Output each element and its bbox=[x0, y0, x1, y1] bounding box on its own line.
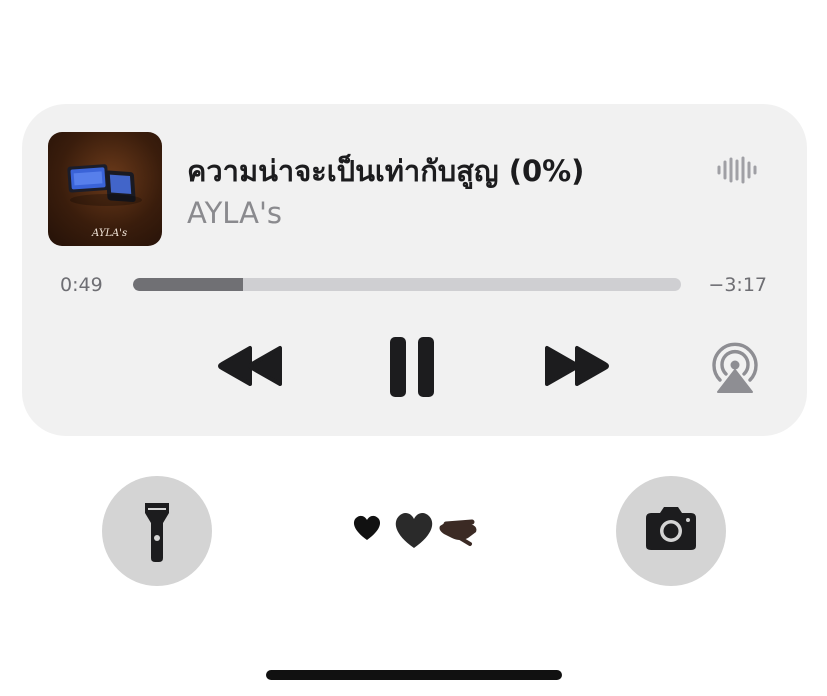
remaining-time: −3:17 bbox=[708, 274, 767, 296]
airplay-button[interactable] bbox=[708, 340, 762, 394]
rewind-button[interactable] bbox=[217, 344, 285, 388]
artwork-logo-text: AYLA's bbox=[91, 228, 127, 239]
playback-progress-fill bbox=[133, 278, 243, 291]
playback-scrubber[interactable] bbox=[133, 278, 681, 291]
flashlight-button[interactable] bbox=[102, 476, 212, 586]
camera-icon bbox=[646, 507, 696, 550]
elapsed-time: 0:49 bbox=[60, 274, 103, 296]
airplay-audio-icon bbox=[712, 342, 758, 393]
fast-forward-button[interactable] bbox=[542, 344, 610, 388]
fast-forward-icon bbox=[545, 346, 609, 386]
flashlight-icon bbox=[145, 503, 169, 562]
now-playing-card[interactable]: AYLA's ความน่าจะเป็นเท่ากับสูญ (0%) AYLA… bbox=[22, 104, 807, 436]
emoji-group bbox=[348, 508, 488, 552]
album-artwork-image: AYLA's bbox=[67, 164, 142, 239]
rewind-icon bbox=[218, 346, 282, 386]
pinching-hand-icon bbox=[439, 519, 477, 546]
track-artist: AYLA's bbox=[187, 196, 283, 230]
pause-icon bbox=[390, 337, 434, 397]
audio-waveform-icon bbox=[717, 156, 757, 184]
album-artwork[interactable]: AYLA's bbox=[48, 132, 162, 246]
camera-button[interactable] bbox=[616, 476, 726, 586]
black-heart-icon bbox=[395, 512, 433, 548]
small-black-heart-icon bbox=[353, 515, 381, 540]
pause-button[interactable] bbox=[388, 336, 436, 398]
home-indicator[interactable] bbox=[266, 670, 562, 680]
track-title: ความน่าจะเป็นเท่ากับสูญ (0%) bbox=[187, 154, 585, 188]
